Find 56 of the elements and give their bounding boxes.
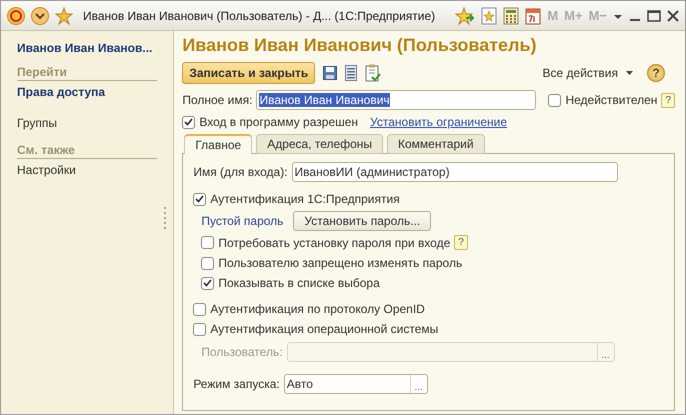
window-title: Иванов Иван Иванович (Пользователь) - Д... (1С:Предприятие) xyxy=(83,8,436,22)
checkbox[interactable] xyxy=(548,94,562,106)
field-label: Режим запуска: xyxy=(193,377,280,391)
checkbox-label: Недействителен xyxy=(565,93,658,107)
set-password-button[interactable]: Установить пароль... xyxy=(293,211,432,231)
checkbox-label: Показывать в списке выбора xyxy=(218,276,380,290)
logo-icon[interactable] xyxy=(7,6,25,24)
form-title: Иванов Иван Иванович (Пользователь) xyxy=(182,35,538,56)
star-page-icon[interactable] xyxy=(481,6,498,24)
calculator-icon[interactable] xyxy=(503,6,520,24)
dropdown-icon[interactable] xyxy=(31,6,49,24)
save-close-button[interactable]: Записать и закрыть xyxy=(182,62,316,84)
checkbox[interactable] xyxy=(193,302,206,316)
full-name-field[interactable]: Иванов Иван Иванович xyxy=(256,90,536,110)
checkbox-label: Аутентификация 1С:Предприятия xyxy=(210,192,400,206)
list-icon[interactable] xyxy=(345,65,358,81)
checkbox[interactable] xyxy=(193,322,206,336)
sidebar-item[interactable]: Группы xyxy=(17,116,174,130)
star-arrow-icon[interactable] xyxy=(455,6,476,24)
star-icon[interactable] xyxy=(55,6,73,24)
sidebar-heading: См. также xyxy=(17,143,158,159)
checkbox[interactable] xyxy=(193,192,206,206)
sidebar-heading: Перейти xyxy=(17,65,158,81)
maximize-icon[interactable] xyxy=(647,10,661,22)
calendar-icon[interactable] xyxy=(525,6,542,24)
checkbox-label: Пользователю запрещено изменять пароль xyxy=(218,256,462,270)
field-label: Полное имя: xyxy=(182,93,252,107)
hint-icon[interactable]: ? xyxy=(454,235,468,250)
login-name-field[interactable]: ИвановИИ (администратор) xyxy=(292,162,618,182)
checkbox-label: Аутентификация операционной системы xyxy=(210,322,438,336)
hint-icon[interactable]: ? xyxy=(661,92,675,108)
grip-icon[interactable] xyxy=(164,206,168,232)
launch-mode-field[interactable]: Авто ... xyxy=(284,374,428,394)
sidebar-item[interactable]: Права доступа xyxy=(17,85,174,99)
caret-icon[interactable] xyxy=(626,70,633,76)
field-label: Пользователь: xyxy=(201,345,283,359)
password-status: Пустой пароль xyxy=(201,214,284,228)
checkbox[interactable] xyxy=(201,256,214,270)
checkbox[interactable] xyxy=(182,116,196,128)
field-label: Имя (для входа): xyxy=(193,165,288,179)
restriction-link[interactable]: Установить ограничение xyxy=(370,115,508,129)
sidebar-title: Иванов Иван Иванов... xyxy=(17,41,154,55)
sidebar-item[interactable]: Настройки xyxy=(17,163,174,177)
help-button[interactable]: ? xyxy=(647,64,665,82)
checkbox-label: Потребовать установку пароля при входе xyxy=(218,236,450,250)
checkbox[interactable] xyxy=(201,276,214,290)
checkbox[interactable] xyxy=(201,236,214,249)
all-actions-menu[interactable]: Все действия xyxy=(542,66,618,80)
tab[interactable]: Адреса, телефоны xyxy=(256,134,383,154)
checkbox-label: Аутентификация по протоколу OpenID xyxy=(210,302,425,316)
select-button[interactable]: ... xyxy=(410,375,427,393)
clipboard-check-icon[interactable] xyxy=(365,64,382,82)
checkbox-label: Вход в программу разрешен xyxy=(199,115,358,129)
tab[interactable]: Комментарий xyxy=(387,134,485,154)
close-icon[interactable] xyxy=(667,10,679,22)
tab[interactable]: Главное xyxy=(184,134,252,154)
